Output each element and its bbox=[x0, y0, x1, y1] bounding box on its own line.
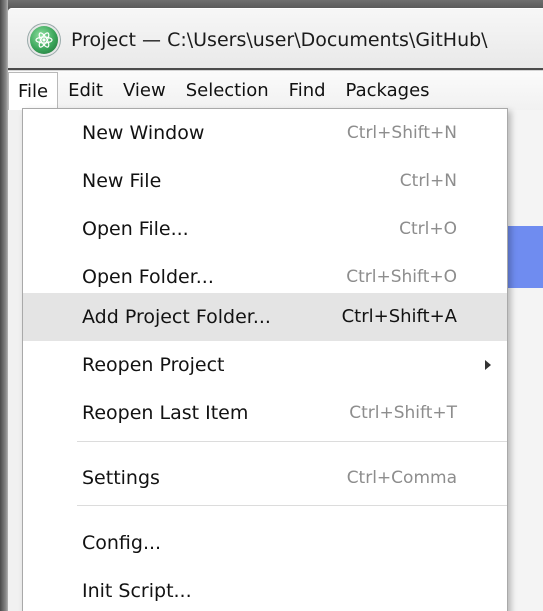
menu-bar: File Edit View Selection Find Packages bbox=[8, 70, 543, 110]
menu-edit[interactable]: Edit bbox=[58, 72, 113, 110]
menu-item-shortcut: Ctrl+N bbox=[399, 171, 457, 191]
menu-item-label: Open File... bbox=[82, 218, 189, 240]
menu-item-label: New File bbox=[82, 170, 162, 192]
menu-item-label: Reopen Project bbox=[82, 354, 225, 376]
menu-item-new-window[interactable]: New Window Ctrl+Shift+N bbox=[23, 109, 507, 157]
menu-item-label: Config... bbox=[82, 532, 162, 554]
menu-separator bbox=[77, 441, 507, 442]
window-title: Project — C:\Users\user\Documents\GitHub… bbox=[71, 29, 488, 51]
menu-item-label: Settings bbox=[82, 467, 160, 489]
menu-separator bbox=[77, 505, 507, 506]
menu-item-shortcut: Ctrl+O bbox=[399, 219, 457, 239]
menu-item-label: Add Project Folder... bbox=[82, 306, 271, 328]
menu-item-settings[interactable]: Settings Ctrl+Comma bbox=[23, 454, 507, 502]
menu-view[interactable]: View bbox=[113, 72, 176, 110]
menu-item-shortcut: Ctrl+Comma bbox=[346, 468, 457, 488]
menu-item-init-script[interactable]: Init Script... bbox=[23, 567, 507, 611]
menu-item-open-file[interactable]: Open File... Ctrl+O bbox=[23, 205, 507, 253]
menu-file[interactable]: File bbox=[8, 71, 59, 110]
title-bar[interactable]: Project — C:\Users\user\Documents\GitHub… bbox=[8, 0, 543, 70]
menu-item-add-project-folder[interactable]: Add Project Folder... Ctrl+Shift+A bbox=[23, 293, 507, 341]
menu-find[interactable]: Find bbox=[279, 72, 336, 110]
app-window: Project — C:\Users\user\Documents\GitHub… bbox=[0, 0, 543, 611]
menu-item-new-file[interactable]: New File Ctrl+N bbox=[23, 157, 507, 205]
atom-icon bbox=[30, 26, 58, 54]
menu-item-reopen-last-item[interactable]: Reopen Last Item Ctrl+Shift+T bbox=[23, 389, 507, 437]
window-frame-left bbox=[0, 0, 8, 611]
menu-item-reopen-project[interactable]: Reopen Project bbox=[23, 341, 507, 389]
title-bar-inner: Project — C:\Users\user\Documents\GitHub… bbox=[8, 8, 543, 68]
file-menu-dropdown: New Window Ctrl+Shift+N New File Ctrl+N … bbox=[22, 108, 508, 611]
chevron-right-icon bbox=[485, 360, 491, 370]
menu-item-label: New Window bbox=[82, 122, 205, 144]
menu-item-label: Reopen Last Item bbox=[82, 402, 249, 424]
menu-item-label: Init Script... bbox=[82, 580, 192, 602]
menu-packages[interactable]: Packages bbox=[336, 72, 440, 110]
menu-item-shortcut: Ctrl+Shift+N bbox=[346, 123, 457, 143]
menu-item-shortcut: Ctrl+Shift+T bbox=[349, 403, 457, 423]
menu-item-config[interactable]: Config... bbox=[23, 519, 507, 567]
menu-item-shortcut: Ctrl+Shift+A bbox=[341, 306, 457, 327]
menu-selection[interactable]: Selection bbox=[176, 72, 279, 110]
